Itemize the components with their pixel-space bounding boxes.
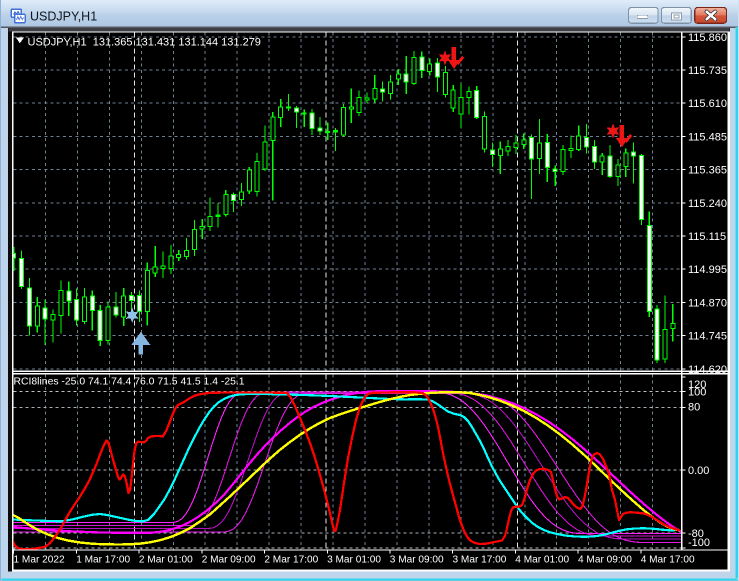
svg-text:100: 100 bbox=[688, 387, 706, 399]
svg-text:115.240: 115.240 bbox=[688, 198, 727, 210]
svg-text:3 Mar 01:00: 3 Mar 01:00 bbox=[327, 554, 381, 565]
svg-text:0.00: 0.00 bbox=[688, 465, 709, 477]
svg-text:115.115: 115.115 bbox=[688, 231, 726, 243]
svg-text:2 Mar 17:00: 2 Mar 17:00 bbox=[264, 554, 318, 565]
svg-text:80: 80 bbox=[688, 402, 700, 414]
svg-text:4 Mar 09:00: 4 Mar 09:00 bbox=[578, 554, 632, 565]
svg-text:114.745: 114.745 bbox=[688, 331, 727, 343]
svg-text:1 Mar 2022: 1 Mar 2022 bbox=[14, 554, 65, 565]
svg-text:115.860: 115.860 bbox=[688, 32, 727, 44]
svg-text:115.610: 115.610 bbox=[688, 98, 727, 110]
svg-text:115.735: 115.735 bbox=[688, 65, 727, 77]
svg-text:115.485: 115.485 bbox=[688, 131, 727, 143]
svg-text:115.365: 115.365 bbox=[688, 165, 727, 177]
svg-text:-100: -100 bbox=[688, 537, 710, 549]
svg-text:114.620: 114.620 bbox=[688, 364, 727, 376]
svg-text:4 Mar 01:00: 4 Mar 01:00 bbox=[515, 554, 569, 565]
svg-text:USDJPY,H1: USDJPY,H1 bbox=[30, 10, 97, 24]
svg-text:1 Mar 17:00: 1 Mar 17:00 bbox=[76, 554, 130, 565]
svg-text:114.870: 114.870 bbox=[688, 297, 727, 309]
svg-text:3 Mar 09:00: 3 Mar 09:00 bbox=[390, 554, 444, 565]
svg-text:4 Mar 17:00: 4 Mar 17:00 bbox=[641, 554, 695, 565]
svg-text:2 Mar 01:00: 2 Mar 01:00 bbox=[139, 554, 193, 565]
svg-text:2 Mar 09:00: 2 Mar 09:00 bbox=[202, 554, 256, 565]
svg-text:3 Mar 17:00: 3 Mar 17:00 bbox=[453, 554, 507, 565]
svg-text:RCI8lines -25.0 74.1 74.4 76.0: RCI8lines -25.0 74.1 74.4 76.0 71.5 41.5… bbox=[14, 377, 245, 388]
svg-text:114.995: 114.995 bbox=[688, 264, 727, 276]
svg-text:USDJPY,H1 131.365 131.431 131: USDJPY,H1 131.365 131.431 131.144 131.27… bbox=[28, 37, 261, 49]
